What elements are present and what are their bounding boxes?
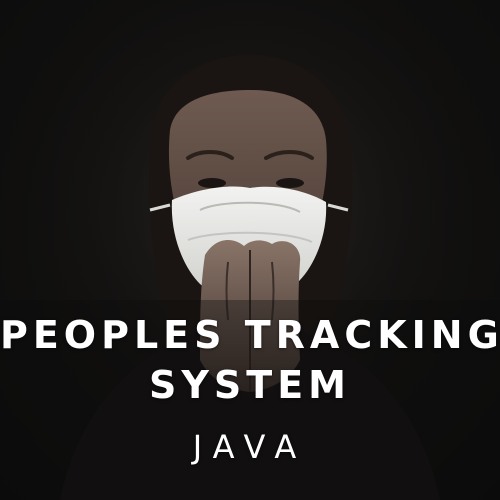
poster: PEOPLES TRACKING SYSTEM JAVA [0,0,500,500]
subtitle: JAVA [192,428,308,466]
title-line-2: SYSTEM [149,363,351,407]
masked-person-photo [0,0,500,500]
title-line-1: PEOPLES TRACKING [0,313,500,357]
